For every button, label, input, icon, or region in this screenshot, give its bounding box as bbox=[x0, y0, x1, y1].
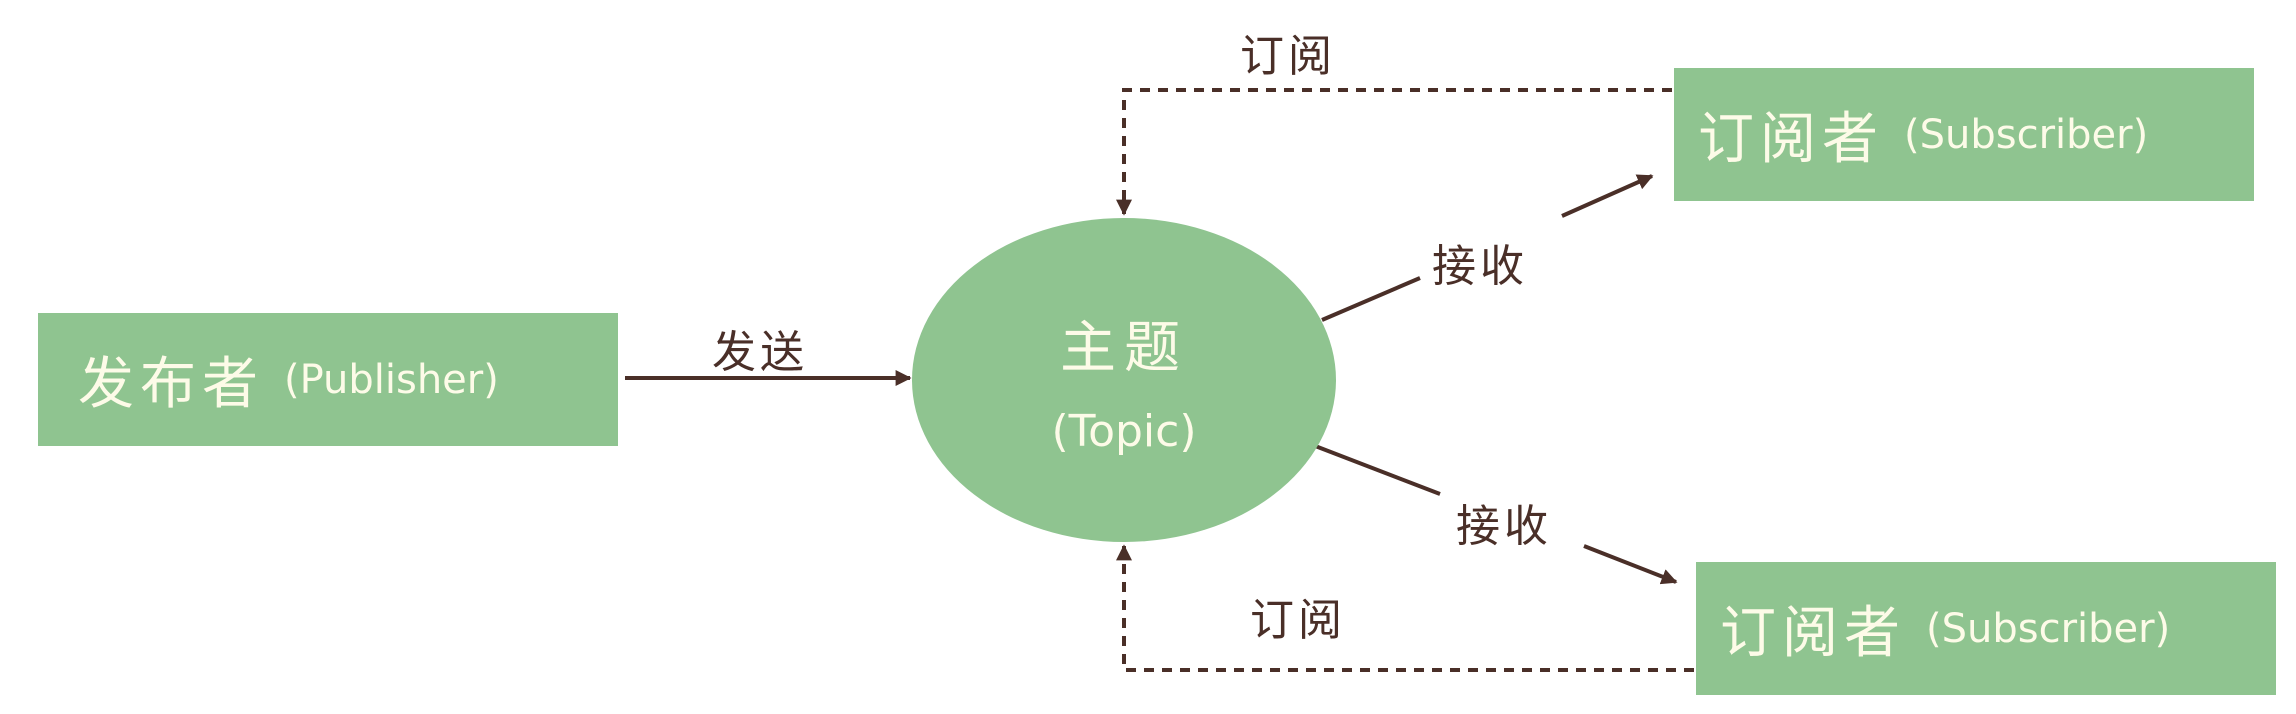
topic-sublabel: (Topic) bbox=[1051, 406, 1197, 457]
subscriber-top-label: 订阅者 bbox=[1698, 107, 1884, 172]
publisher-sublabel: (Publisher) bbox=[284, 356, 499, 403]
topic-node: 主题 (Topic) bbox=[912, 218, 1336, 542]
receive-label-bottom: 接收 bbox=[1456, 501, 1552, 552]
receive-arrow-top-2 bbox=[1561, 174, 1654, 218]
subscriber-node-top: 订阅者 (Subscriber) bbox=[1674, 68, 2254, 201]
subscribe-line-bottom bbox=[1116, 544, 1694, 672]
pub-sub-diagram: 发布者 (Publisher) 主题 (Topic) 订阅者 (Subscrib… bbox=[0, 0, 2296, 714]
publisher-node: 发布者 (Publisher) bbox=[38, 313, 618, 446]
publisher-label: 发布者 bbox=[78, 352, 264, 417]
send-label: 发送 bbox=[712, 327, 808, 378]
receive-arrow-top-1 bbox=[1321, 276, 1421, 322]
subscriber-top-sublabel: (Subscriber) bbox=[1904, 111, 2149, 158]
subscribe-line-top bbox=[1116, 88, 1672, 216]
receive-arrow-bottom-2 bbox=[1583, 544, 1678, 585]
receive-label-top: 接收 bbox=[1432, 241, 1528, 292]
subscribe-label-top: 订阅 bbox=[1240, 31, 1336, 82]
receive-arrow-bottom-1 bbox=[1309, 442, 1441, 496]
topic-label: 主题 bbox=[1060, 316, 1188, 381]
subscriber-bottom-label: 订阅者 bbox=[1720, 601, 1906, 666]
subscriber-bottom-sublabel: (Subscriber) bbox=[1926, 605, 2171, 652]
subscriber-node-bottom: 订阅者 (Subscriber) bbox=[1696, 562, 2276, 695]
subscribe-label-bottom: 订阅 bbox=[1250, 595, 1346, 646]
